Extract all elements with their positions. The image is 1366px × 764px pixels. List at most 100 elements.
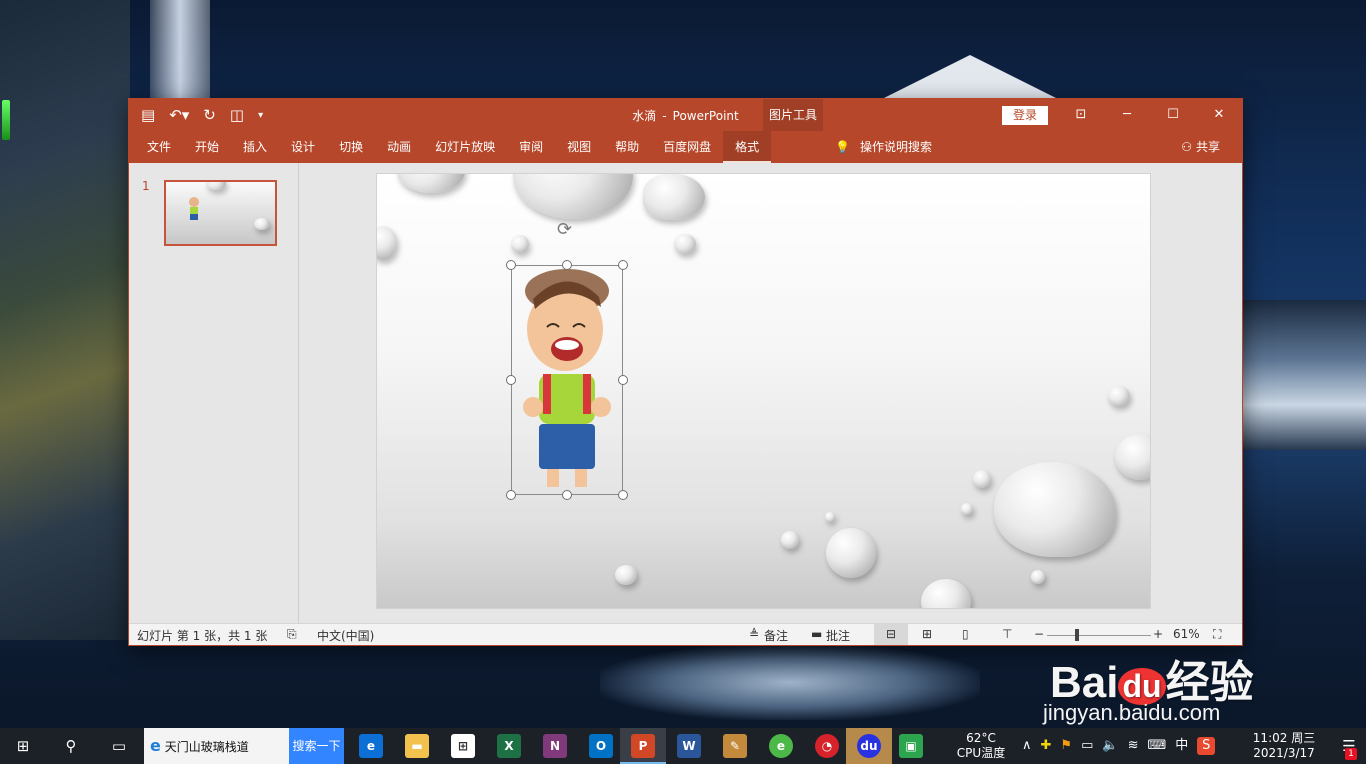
zoom-slider[interactable] bbox=[1047, 635, 1151, 636]
water-drop bbox=[961, 503, 973, 515]
maximize-icon[interactable]: ☐ bbox=[1150, 99, 1196, 131]
desktop-mountain bbox=[880, 55, 1060, 100]
tell-me-search[interactable]: 💡 操作说明搜索 bbox=[835, 131, 932, 163]
resize-handle[interactable] bbox=[506, 375, 516, 385]
slide-editor: ⟳ bbox=[300, 163, 1242, 623]
notes-icon[interactable]: ≜ bbox=[749, 627, 759, 641]
water-drop bbox=[973, 470, 991, 488]
close-icon[interactable]: ✕ bbox=[1196, 99, 1242, 131]
tab-format[interactable]: 格式 bbox=[723, 131, 772, 163]
tab-animations[interactable]: 动画 bbox=[375, 131, 423, 163]
windows-start-icon[interactable]: ⊞ bbox=[0, 728, 46, 764]
thumbnail-drop bbox=[254, 218, 270, 230]
system-clock[interactable]: 11:02 周三 2021/3/17 bbox=[1246, 731, 1322, 761]
login-button[interactable]: 登录 bbox=[1002, 106, 1048, 125]
title-separator: - bbox=[662, 109, 667, 123]
search-icon[interactable]: ⚲ bbox=[48, 728, 94, 764]
tab-view[interactable]: 视图 bbox=[555, 131, 603, 163]
water-drop bbox=[643, 174, 705, 220]
ime-indicator[interactable]: 中 bbox=[1175, 728, 1188, 764]
battery-icon[interactable]: ▭ bbox=[1081, 728, 1093, 764]
taskbar-app-word[interactable]: W bbox=[666, 728, 712, 764]
selection-box[interactable] bbox=[511, 265, 623, 495]
resize-handle[interactable] bbox=[506, 260, 516, 270]
tab-home[interactable]: 开始 bbox=[183, 131, 231, 163]
resize-handle[interactable] bbox=[562, 260, 572, 270]
share-button[interactable]: ⚇ 共享 bbox=[1181, 131, 1220, 163]
search-button[interactable]: 搜索一下 bbox=[289, 728, 344, 764]
task-view-icon[interactable]: ▭ bbox=[96, 728, 142, 764]
comments-icon[interactable]: ▬ bbox=[811, 627, 822, 641]
water-drop bbox=[674, 234, 696, 254]
slide-sorter-icon[interactable]: ⊞ bbox=[922, 627, 932, 641]
taskbar-app-green[interactable]: ▣ bbox=[888, 728, 934, 764]
reading-view-icon[interactable]: ▯ bbox=[962, 627, 969, 641]
resize-handle[interactable] bbox=[506, 490, 516, 500]
tray-app-icon[interactable]: ⚑ bbox=[1060, 728, 1072, 764]
tray-360-icon[interactable]: ✚ bbox=[1041, 728, 1052, 764]
onenote-icon: N bbox=[543, 734, 567, 758]
resize-handle[interactable] bbox=[618, 375, 628, 385]
normal-view-icon[interactable]: ⊟ bbox=[874, 624, 908, 645]
desktop-water bbox=[1243, 300, 1366, 450]
green-app-icon: ▣ bbox=[899, 734, 923, 758]
taskbar-app-store[interactable]: ⊞ bbox=[440, 728, 486, 764]
comments-button[interactable]: 批注 bbox=[826, 627, 850, 644]
zoom-out-icon[interactable]: − bbox=[1034, 627, 1044, 641]
taskbar: ⊞ ⚲ ▭ e 天门山玻璃栈道 搜索一下 e ▬ ⊞ X N O P W ✎ e… bbox=[0, 728, 1366, 764]
tab-design[interactable]: 设计 bbox=[279, 131, 327, 163]
thumbnail-drop bbox=[206, 182, 226, 190]
taskbar-app-excel[interactable]: X bbox=[486, 728, 532, 764]
slideshow-view-icon[interactable]: ⊤ bbox=[1002, 627, 1012, 641]
folder-icon: ▬ bbox=[405, 734, 429, 758]
taskbar-app-browser-360[interactable]: e bbox=[758, 728, 804, 764]
desktop-ice bbox=[600, 645, 980, 720]
cpu-temperature-widget[interactable]: 62°C CPU温度 bbox=[946, 731, 1016, 761]
resize-handle[interactable] bbox=[562, 490, 572, 500]
tray-expand-icon[interactable]: ∧ bbox=[1022, 728, 1032, 764]
tab-slideshow[interactable]: 幻灯片放映 bbox=[423, 131, 507, 163]
ribbon-display-icon[interactable]: ⊡ bbox=[1058, 99, 1104, 131]
paint-icon: ✎ bbox=[723, 734, 747, 758]
app-name: PowerPoint bbox=[672, 109, 739, 123]
taskbar-app-file-explorer[interactable]: ▬ bbox=[394, 728, 440, 764]
language-indicator[interactable]: 中文(中国) bbox=[317, 627, 374, 644]
taskbar-app-outlook[interactable]: O bbox=[578, 728, 624, 764]
taskbar-app-baidu[interactable]: du bbox=[846, 728, 892, 764]
tab-transitions[interactable]: 切换 bbox=[327, 131, 375, 163]
notes-button[interactable]: 备注 bbox=[764, 627, 788, 644]
sogou-ime-icon[interactable]: S bbox=[1197, 737, 1216, 755]
water-drop bbox=[1108, 386, 1130, 406]
rotate-handle-icon[interactable]: ⟳ bbox=[557, 219, 572, 240]
resize-handle[interactable] bbox=[618, 260, 628, 270]
taskbar-app-powerpoint[interactable]: P bbox=[620, 728, 666, 764]
tab-file[interactable]: 文件 bbox=[135, 131, 183, 163]
store-icon: ⊞ bbox=[451, 734, 475, 758]
slide-thumbnail[interactable] bbox=[164, 180, 277, 246]
water-drop bbox=[513, 174, 633, 219]
resize-handle[interactable] bbox=[618, 490, 628, 500]
baidu-search-input[interactable]: e 天门山玻璃栈道 bbox=[144, 728, 290, 764]
taskbar-app-edge[interactable]: e bbox=[348, 728, 394, 764]
taskbar-app-paint[interactable]: ✎ bbox=[712, 728, 758, 764]
title-bar[interactable]: ▤ ↶▾ ↻ ◫ ▾ 水滴 - PowerPoint 图片工具 登录 ⊡ ─ ☐ ✕ bbox=[129, 99, 1242, 131]
zoom-in-icon[interactable]: + bbox=[1153, 627, 1163, 641]
zoom-slider-thumb[interactable] bbox=[1075, 629, 1079, 641]
tab-insert[interactable]: 插入 bbox=[231, 131, 279, 163]
taskbar-app-onenote[interactable]: N bbox=[532, 728, 578, 764]
fit-to-window-icon[interactable]: ⛶ bbox=[1213, 627, 1221, 642]
keyboard-icon[interactable]: ⌨ bbox=[1147, 728, 1166, 764]
wifi-icon[interactable]: ≋ bbox=[1128, 728, 1139, 764]
slide-canvas[interactable]: ⟳ bbox=[376, 173, 1151, 609]
search-input-text: 天门山玻璃栈道 bbox=[164, 740, 249, 754]
ribbon-tabs-bar: 文件 开始 插入 设计 切换 动画 幻灯片放映 审阅 视图 帮助 百度网盘 格式… bbox=[129, 131, 1242, 163]
volume-icon[interactable]: 🔈 bbox=[1102, 728, 1118, 764]
minimize-icon[interactable]: ─ bbox=[1104, 99, 1150, 131]
slide-count: 幻灯片 第 1 张，共 1 张 bbox=[137, 629, 268, 643]
tab-help[interactable]: 帮助 bbox=[603, 131, 651, 163]
spellcheck-icon[interactable]: ⎘ bbox=[287, 627, 297, 642]
zoom-level[interactable]: 61% bbox=[1173, 627, 1200, 641]
tab-review[interactable]: 审阅 bbox=[507, 131, 555, 163]
taskbar-app-netease[interactable]: ◔ bbox=[804, 728, 850, 764]
tab-baidu-netdisk[interactable]: 百度网盘 bbox=[651, 131, 723, 163]
